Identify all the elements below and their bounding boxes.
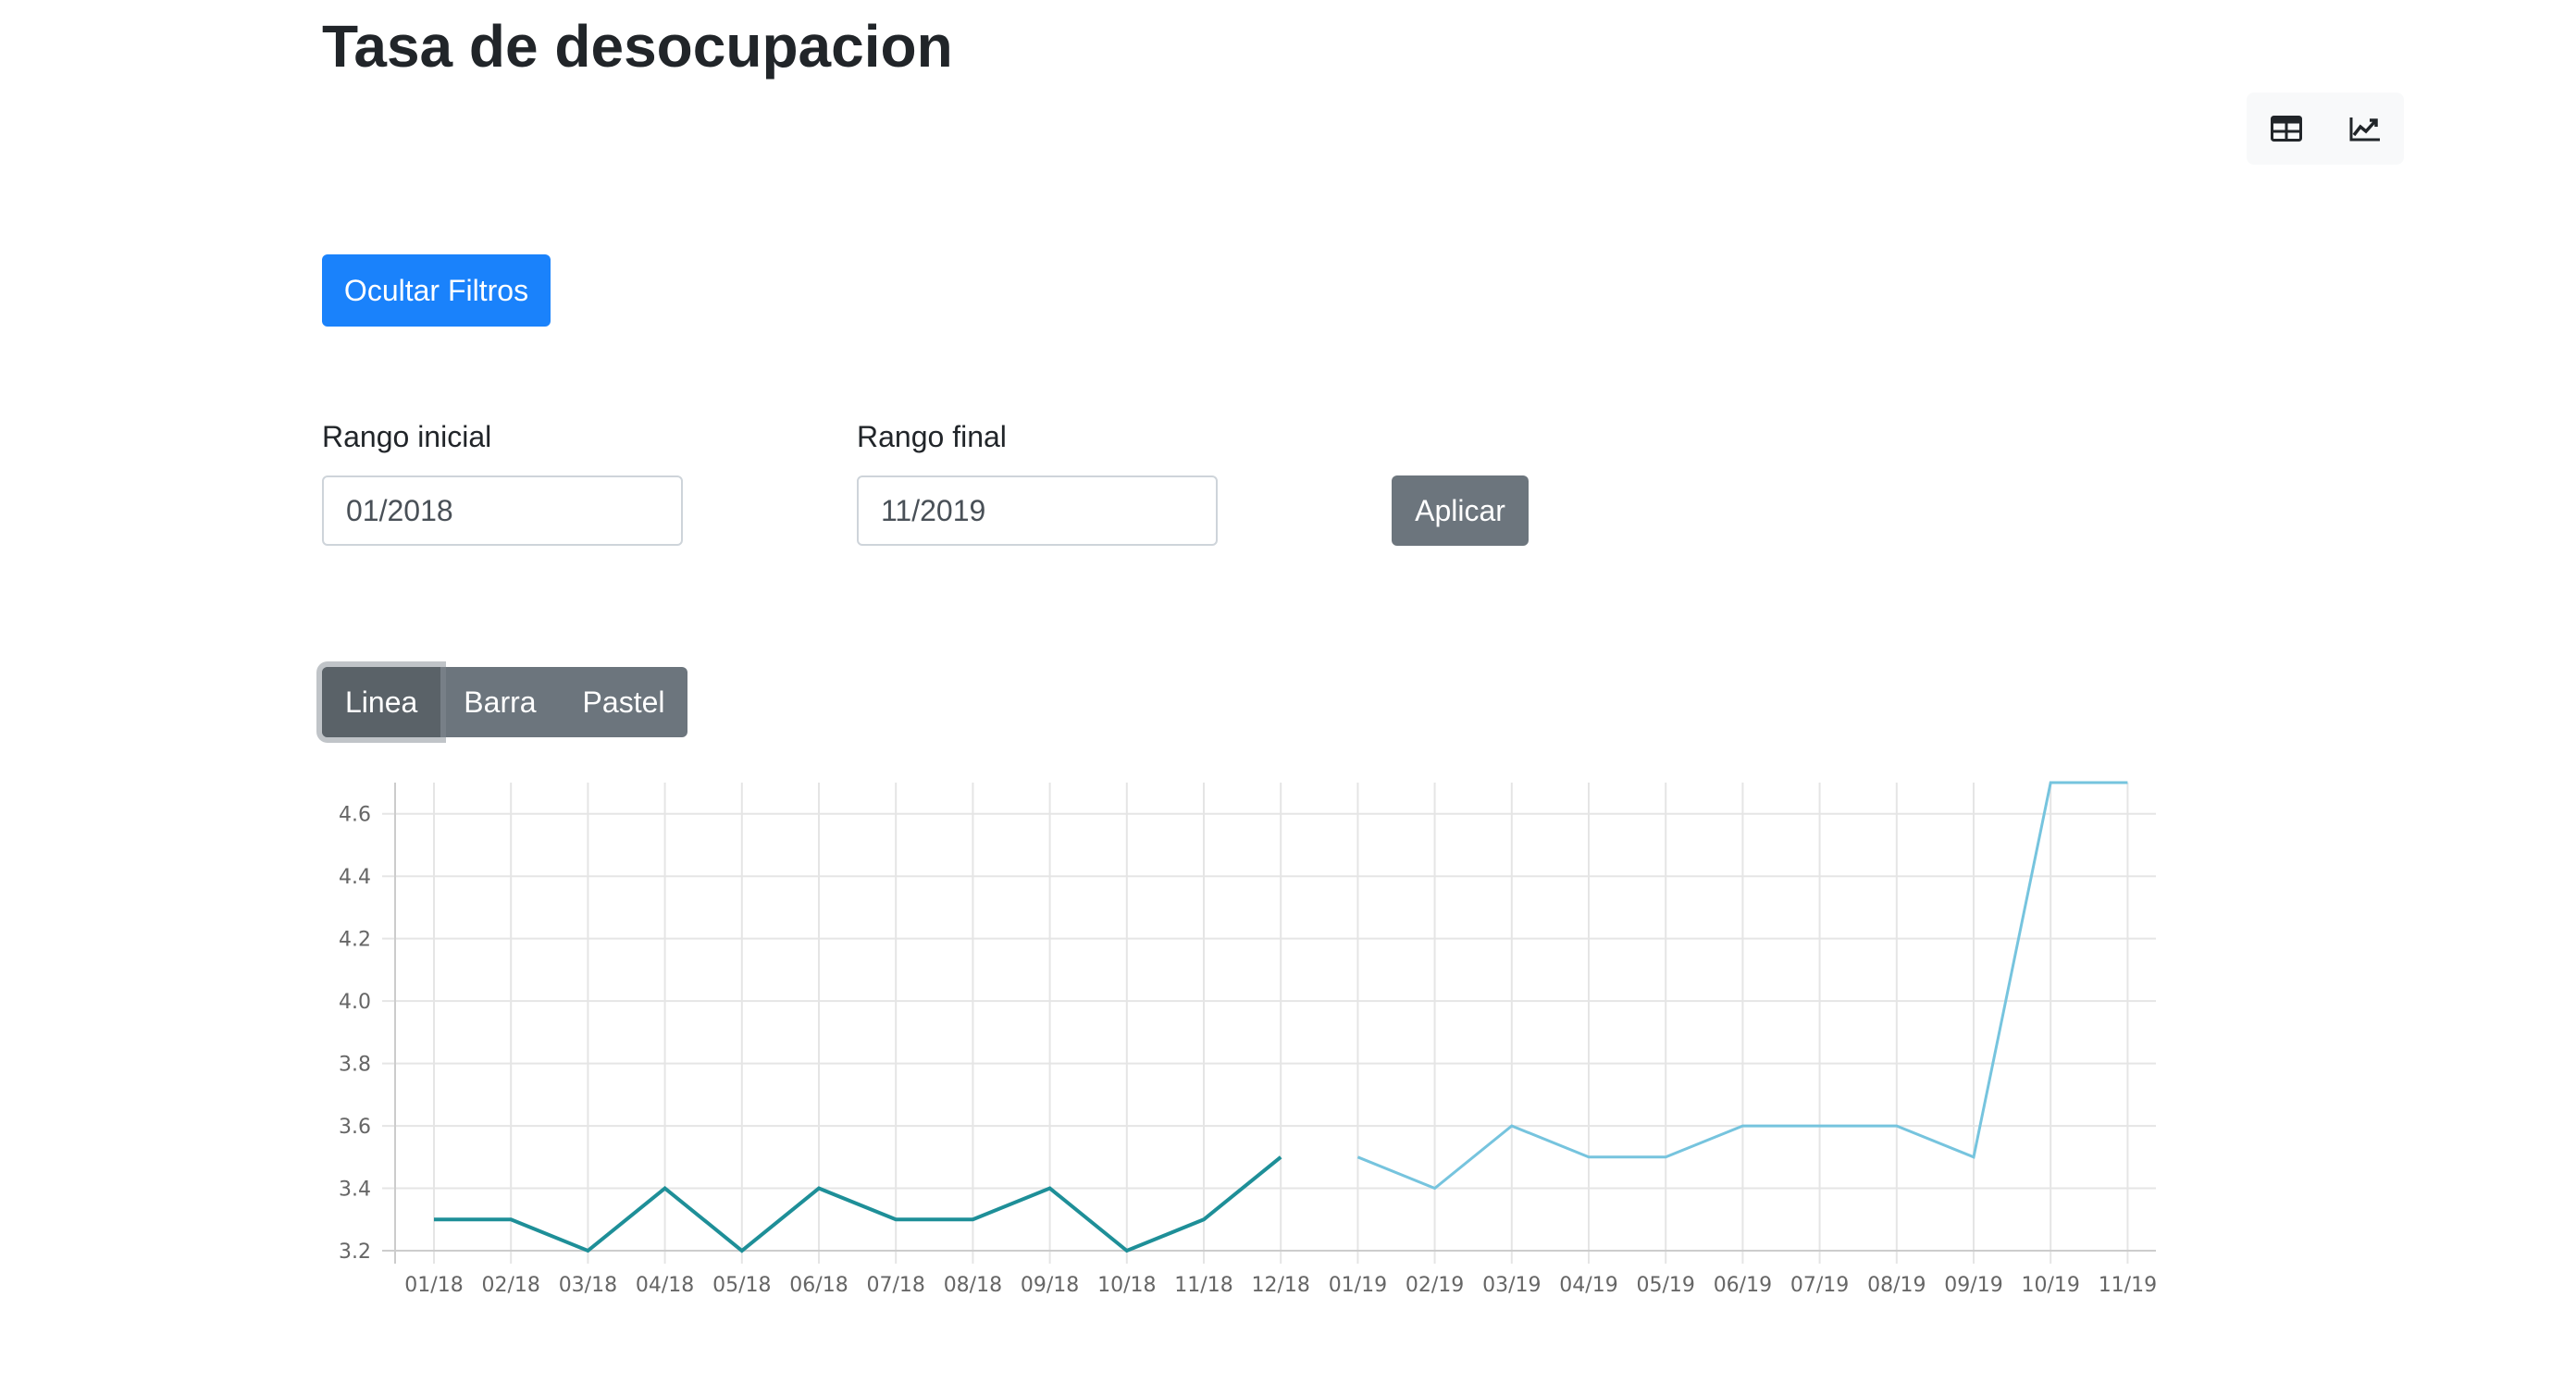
x-tick-label: 10/18 — [1097, 1274, 1156, 1297]
start-range-label: Rango inicial — [322, 420, 492, 453]
x-tick-label: 05/18 — [712, 1274, 771, 1297]
x-tick-label: 03/18 — [559, 1274, 617, 1297]
page-title: Tasa de desocupacion — [322, 13, 953, 80]
x-tick-label: 05/19 — [1636, 1274, 1694, 1297]
x-tick-label: 10/19 — [2021, 1274, 2079, 1297]
x-tick-label: 02/19 — [1406, 1274, 1464, 1297]
x-tick-label: 12/18 — [1251, 1274, 1309, 1297]
unemployment-line-chart: 3.2 3.4 3.6 3.8 4.0 4.2 4.4 4.6 01/18 02/18 03/18 0… — [339, 781, 2157, 1297]
x-tick-label: 01/18 — [404, 1274, 463, 1297]
x-tick-label: 08/18 — [944, 1274, 1002, 1297]
x-tick-label: 11/18 — [1174, 1274, 1232, 1297]
x-tick-label: 01/19 — [1329, 1274, 1387, 1297]
y-tick-label: 4.2 — [339, 929, 371, 952]
toggle-filters-button[interactable]: Ocultar Filtros — [322, 254, 551, 327]
x-tick-label: 06/19 — [1714, 1274, 1772, 1297]
chart-type-group: Linea Barra Pastel — [322, 667, 688, 737]
x-tick-label: 08/19 — [1867, 1274, 1926, 1297]
y-tick-label: 3.8 — [339, 1054, 371, 1077]
apply-button[interactable]: Aplicar — [1392, 475, 1529, 546]
start-range-input[interactable] — [322, 475, 683, 546]
x-tick-label: 03/19 — [1482, 1274, 1541, 1297]
end-range-label: Rango final — [857, 420, 1007, 453]
y-tick-label: 3.4 — [339, 1179, 371, 1202]
x-tick-label: 09/19 — [1944, 1274, 2002, 1297]
y-tick-label: 4.4 — [339, 866, 371, 889]
x-tick-label: 09/18 — [1021, 1274, 1079, 1297]
x-tick-label: 04/18 — [636, 1274, 694, 1297]
chart-type-line-button[interactable]: Linea — [322, 667, 441, 737]
line-chart-icon[interactable] — [2337, 101, 2393, 156]
x-tick-label: 02/18 — [481, 1274, 539, 1297]
x-tick-label: 11/19 — [2099, 1274, 2157, 1297]
y-tick-label: 3.2 — [339, 1241, 371, 1264]
x-tick-label: 06/18 — [789, 1274, 848, 1297]
y-tick-label: 4.6 — [339, 804, 371, 827]
end-range-input[interactable] — [857, 475, 1218, 546]
y-tick-label: 4.0 — [339, 991, 371, 1014]
table-icon[interactable] — [2259, 101, 2314, 156]
series-line-1 — [434, 1155, 1282, 1253]
x-tick-label: 07/18 — [866, 1274, 924, 1297]
chart-type-bar-button[interactable]: Barra — [440, 667, 559, 737]
y-tick-label: 3.6 — [339, 1116, 371, 1139]
chart-type-pie-button[interactable]: Pastel — [560, 667, 688, 737]
x-tick-label: 07/19 — [1790, 1274, 1849, 1297]
x-tick-label: 04/19 — [1559, 1274, 1617, 1297]
view-toggle — [2247, 93, 2404, 165]
